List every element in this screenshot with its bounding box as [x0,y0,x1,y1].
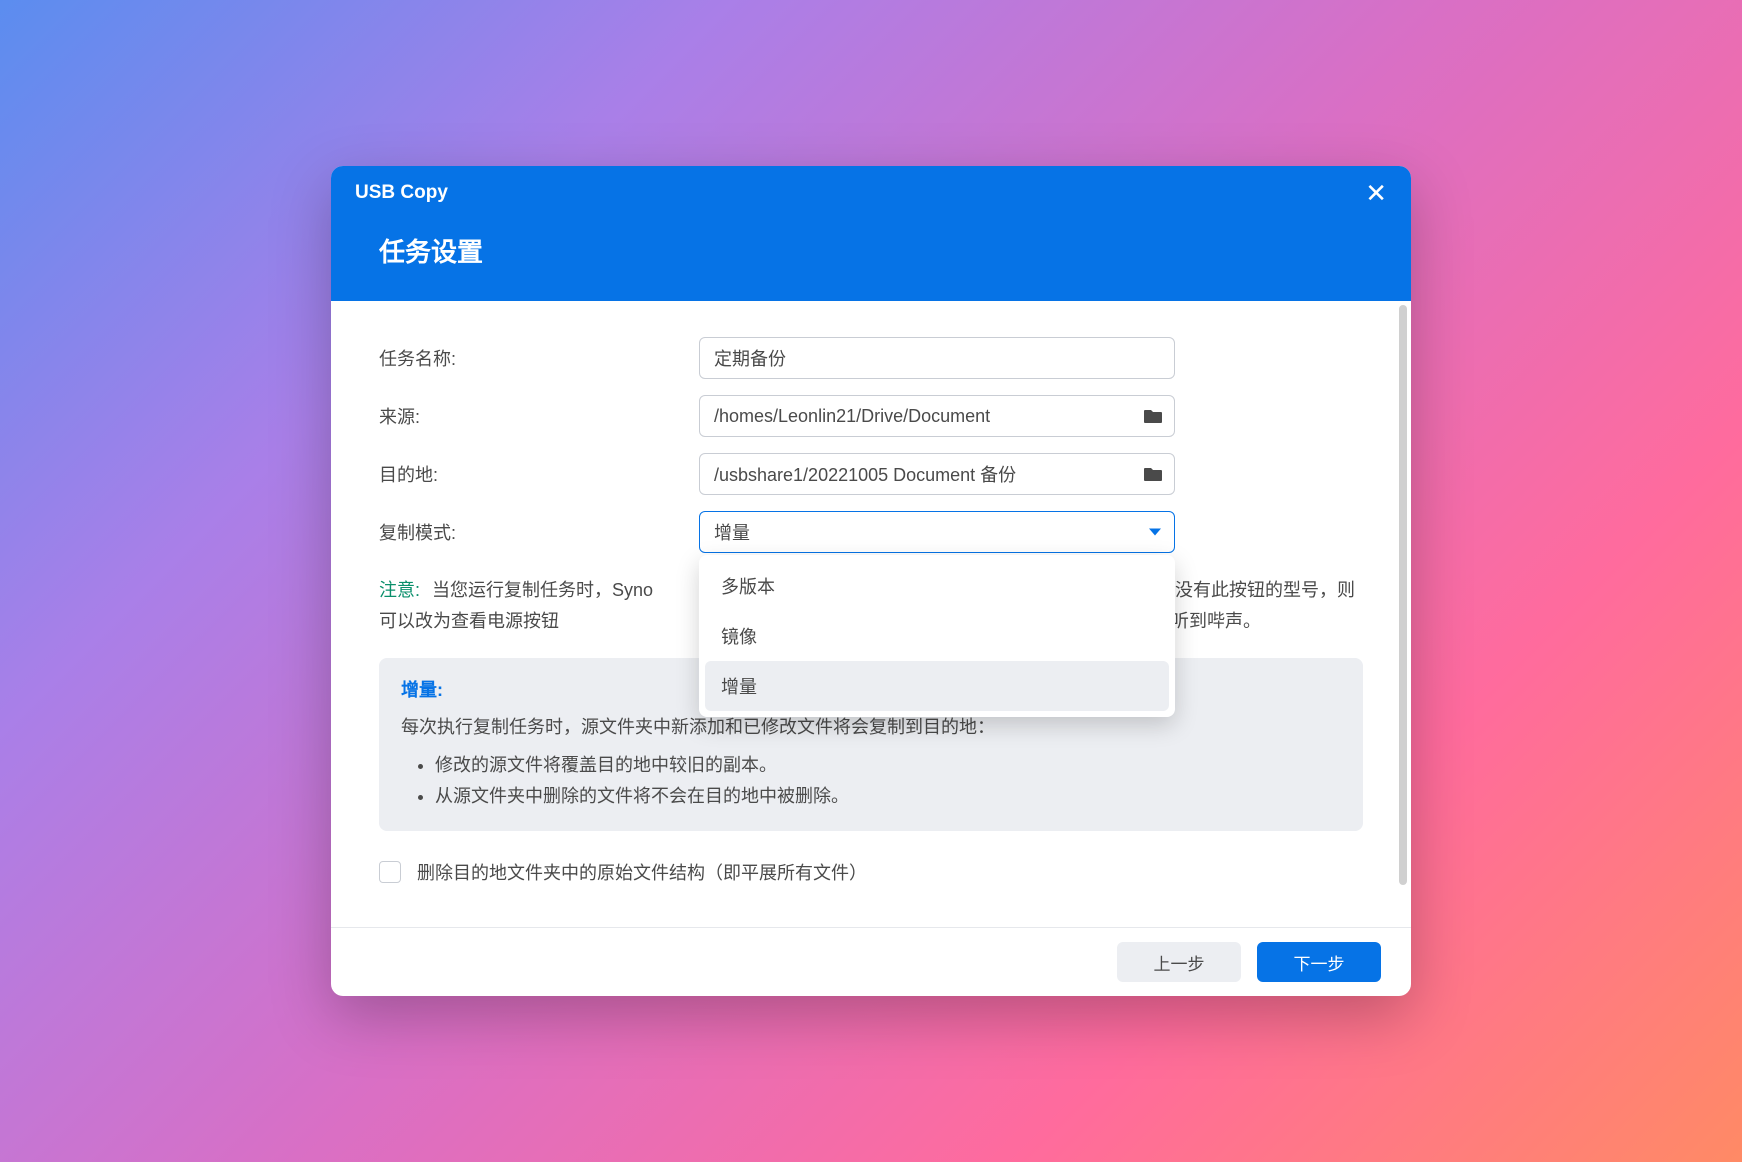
copy-mode-dropdown: 多版本 镜像 增量 [699,555,1175,717]
task-name-input[interactable] [699,337,1175,379]
next-button[interactable]: 下一步 [1257,942,1381,982]
footer: 上一步 下一步 [331,927,1411,996]
dialog-window: USB Copy ✕ 任务设置 任务名称: 来源: /homes/Leonlin… [331,166,1411,996]
dropdown-option-incremental[interactable]: 增量 [705,661,1169,711]
source-label: 来源: [379,403,699,429]
note-label: 注意: [379,580,420,600]
chevron-down-icon [1149,529,1161,536]
page-header: 任务设置 [331,220,1411,301]
copy-mode-label: 复制模式: [379,519,699,545]
copy-mode-select[interactable]: 增量 [699,511,1175,553]
close-icon[interactable]: ✕ [1365,180,1387,206]
page-title: 任务设置 [379,237,483,267]
flatten-label: 删除目的地文件夹中的原始文件结构（即平展所有文件） [417,859,867,885]
folder-icon[interactable] [1143,408,1163,424]
flatten-checkbox[interactable] [379,861,401,883]
info-bullet: 从源文件夹中删除的文件将不会在目的地中被删除。 [435,781,1341,813]
task-name-label: 任务名称: [379,345,699,371]
info-bullet: 修改的源文件将覆盖目的地中较旧的副本。 [435,750,1341,782]
prev-button[interactable]: 上一步 [1117,942,1241,982]
row-source: 来源: /homes/Leonlin21/Drive/Document [379,395,1363,437]
folder-icon[interactable] [1143,466,1163,482]
destination-input[interactable]: /usbshare1/20221005 Document 备份 [699,453,1175,495]
row-task-name: 任务名称: [379,337,1363,379]
row-destination: 目的地: /usbshare1/20221005 Document 备份 [379,453,1363,495]
row-copy-mode: 复制模式: 增量 多版本 镜像 增量 [379,511,1363,553]
flatten-checkbox-row[interactable]: 删除目的地文件夹中的原始文件结构（即平展所有文件） [379,859,1363,885]
dropdown-option-mirror[interactable]: 镜像 [705,611,1169,661]
dropdown-option-multi[interactable]: 多版本 [705,561,1169,611]
scrollbar[interactable] [1399,305,1407,885]
titlebar: USB Copy ✕ [331,166,1411,220]
app-title: USB Copy [355,182,448,204]
content-area: 任务名称: 来源: /homes/Leonlin21/Drive/Documen… [331,301,1411,927]
source-input[interactable]: /homes/Leonlin21/Drive/Document [699,395,1175,437]
info-body: 每次执行复制任务时，源文件夹中新添加和已修改文件将会复制到目的地： 修改的源文件… [401,712,1341,813]
destination-label: 目的地: [379,461,699,487]
